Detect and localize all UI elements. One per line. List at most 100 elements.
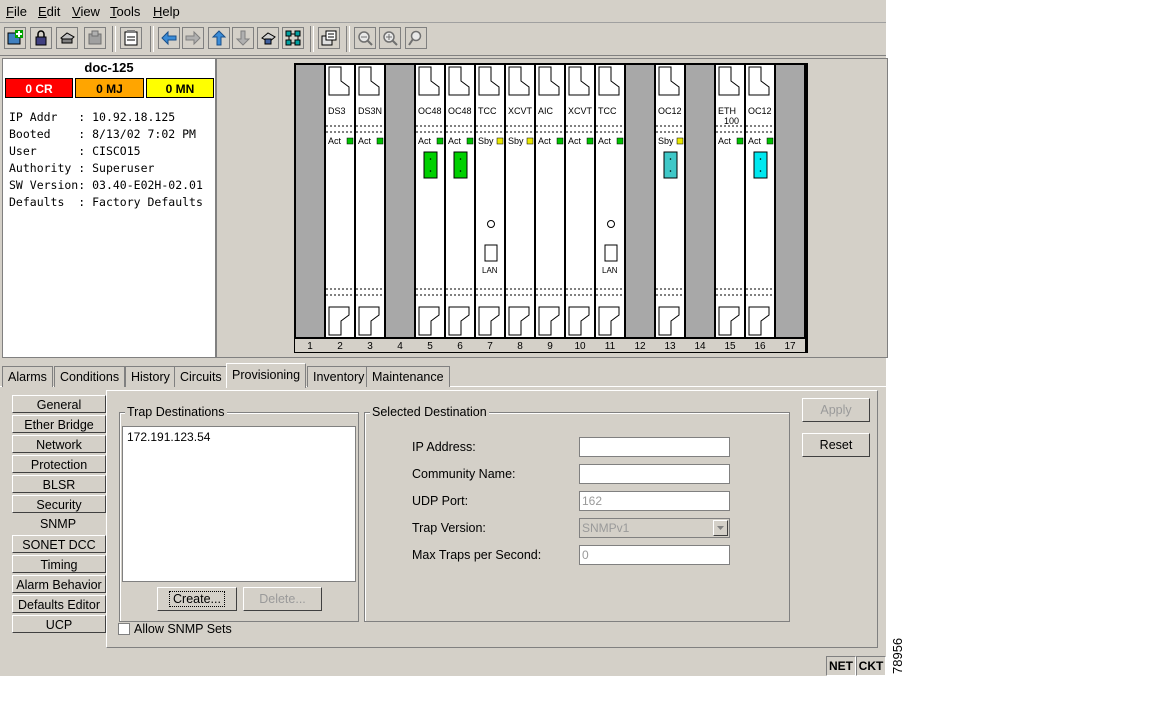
lock-icon[interactable] <box>30 27 52 49</box>
print-icon[interactable] <box>56 27 78 49</box>
forward-icon[interactable] <box>182 27 204 49</box>
shelf-slot-3[interactable]: DS3N Act 3 <box>355 65 385 352</box>
subtab-network[interactable]: Network <box>12 435 106 453</box>
shelf-slot-14: 14 <box>685 65 715 352</box>
chevron-down-icon[interactable] <box>713 520 728 536</box>
menu-help[interactable]: Help <box>153 4 180 19</box>
menu-tools[interactable]: Tools <box>110 4 140 19</box>
trap-version-select[interactable]: SNMPv1 <box>579 518 730 538</box>
card-status-led <box>436 137 444 145</box>
subtab-ucp[interactable]: UCP <box>12 615 106 633</box>
create-button[interactable]: Create... <box>157 587 237 611</box>
subtab-defaults-editor[interactable]: Defaults Editor <box>12 595 106 613</box>
up-icon[interactable] <box>208 27 230 49</box>
ip-address-field[interactable] <box>579 437 730 457</box>
minor-alarm-count[interactable]: 0 MN <box>146 78 214 98</box>
shelf-slot-6[interactable]: OC48 Act 6 <box>445 65 475 352</box>
subtab-protection[interactable]: Protection <box>12 455 106 473</box>
status-bar: NET CKT <box>0 654 886 676</box>
subtab-ether-bridge[interactable]: Ether Bridge <box>12 415 106 433</box>
shelf-slot-10[interactable]: XCVT Act 10 <box>565 65 595 352</box>
properties-icon[interactable] <box>120 27 142 49</box>
shelf-slot-8[interactable]: XCVT Sby 8 <box>505 65 535 352</box>
card-status-led <box>376 137 384 145</box>
shelf-slot-2[interactable]: DS3 Act 2 <box>325 65 355 352</box>
card-status-led <box>616 137 624 145</box>
trap-destinations-list[interactable]: 172.191.123.54 <box>122 426 356 582</box>
trap-destinations-title: Trap Destinations <box>125 405 227 419</box>
lan-port-label: LAN <box>602 266 618 275</box>
slot-number: 4 <box>397 341 403 352</box>
max-traps-label: Max Traps per Second: <box>412 548 542 562</box>
lan-port-icon <box>604 244 618 262</box>
shelf-slot-11[interactable]: TCC Act LAN 11 <box>595 65 625 352</box>
card-port-pin <box>669 170 672 172</box>
ctc-window: File Edit View Tools Help doc-125 0 CR 0… <box>0 0 888 676</box>
subtab-blsr[interactable]: BLSR <box>12 475 106 493</box>
major-alarm-count[interactable]: 0 MJ <box>75 78 144 98</box>
network-view-icon[interactable] <box>282 27 304 49</box>
home-icon[interactable] <box>257 27 279 49</box>
zoom-in-icon[interactable] <box>379 27 401 49</box>
tab-maintenance[interactable]: Maintenance <box>366 366 450 387</box>
max-traps-field[interactable]: 0 <box>579 545 730 565</box>
card-status-label: Sby <box>508 136 524 146</box>
card-status-led <box>556 137 564 145</box>
subtab-snmp[interactable]: SNMP <box>10 515 106 533</box>
subtab-security[interactable]: Security <box>12 495 106 513</box>
slot-number: 15 <box>724 341 736 352</box>
slot-number: 11 <box>605 341 616 352</box>
subtab-alarm-behavior[interactable]: Alarm Behavior <box>12 575 106 593</box>
ip-address-label: IP Address: <box>412 440 476 454</box>
menu-file[interactable]: File <box>6 4 27 19</box>
zoom-out-icon[interactable] <box>354 27 376 49</box>
slot-number: 2 <box>337 341 343 352</box>
lan-port-icon <box>484 244 498 262</box>
card-type-label: TCC <box>478 106 497 116</box>
toolbar-separator <box>346 26 350 52</box>
shelf-slot-7[interactable]: TCC Sby LAN 7 <box>475 65 505 352</box>
critical-alarm-count[interactable]: 0 CR <box>5 78 73 98</box>
allow-snmp-sets-checkbox[interactable] <box>118 623 130 635</box>
shelf-slot-13[interactable]: OC12 Sby 13 <box>655 65 685 352</box>
card-port <box>423 151 438 179</box>
tab-conditions[interactable]: Conditions <box>54 366 126 387</box>
card-port <box>753 151 768 179</box>
node-info-value: 10.92.18.125 <box>92 110 176 124</box>
reset-button[interactable]: Reset <box>802 433 870 457</box>
down-icon[interactable] <box>232 27 254 49</box>
subtab-general[interactable]: General <box>12 395 106 413</box>
card-status-led <box>676 137 684 145</box>
subtab-timing[interactable]: Timing <box>12 555 106 573</box>
export-icon[interactable] <box>84 27 106 49</box>
back-icon[interactable] <box>158 27 180 49</box>
node-info-line: Defaults : Factory Defaults <box>9 195 203 209</box>
community-name-field[interactable] <box>579 464 730 484</box>
menu-edit[interactable]: Edit <box>38 4 60 19</box>
zoom-area-icon[interactable] <box>405 27 427 49</box>
menu-view[interactable]: View <box>72 4 100 19</box>
tab-circuits[interactable]: Circuits <box>174 366 228 387</box>
card-type-label: DS3N <box>358 106 382 116</box>
card-status-label: Act <box>328 136 342 146</box>
card-view-icon[interactable] <box>318 27 340 49</box>
card-status-label: Sby <box>658 136 674 146</box>
tab-provisioning[interactable]: Provisioning <box>226 363 307 388</box>
tab-inventory[interactable]: Inventory <box>307 366 371 387</box>
udp-port-field[interactable]: 162 <box>579 491 730 511</box>
shelf-slot-16[interactable]: OC12 Act 16 <box>745 65 775 352</box>
node-info-panel: doc-125 0 CR 0 MJ 0 MN IP Addr : 10.92.1… <box>2 58 216 358</box>
delete-button[interactable]: Delete... <box>243 587 322 611</box>
tab-alarms[interactable]: Alarms <box>2 366 53 387</box>
trap-destination-item[interactable]: 172.191.123.54 <box>123 427 355 447</box>
node-details: IP Addr : 10.92.18.125 Booted : 8/13/02 7… <box>9 109 203 211</box>
node-info-line: SW Version: 03.40-E02H-02.01 <box>9 178 203 192</box>
toolbar-separator <box>310 26 314 52</box>
shelf-slot-15[interactable]: ETH100 Act 15 <box>715 65 745 352</box>
tab-history[interactable]: History <box>125 366 176 387</box>
add-node-icon[interactable] <box>4 27 26 49</box>
shelf-slot-9[interactable]: AIC Act 9 <box>535 65 565 352</box>
subtab-sonet-dcc[interactable]: SONET DCC <box>12 535 106 553</box>
apply-button[interactable]: Apply <box>802 398 870 422</box>
shelf-slot-5[interactable]: OC48 Act 5 <box>415 65 445 352</box>
